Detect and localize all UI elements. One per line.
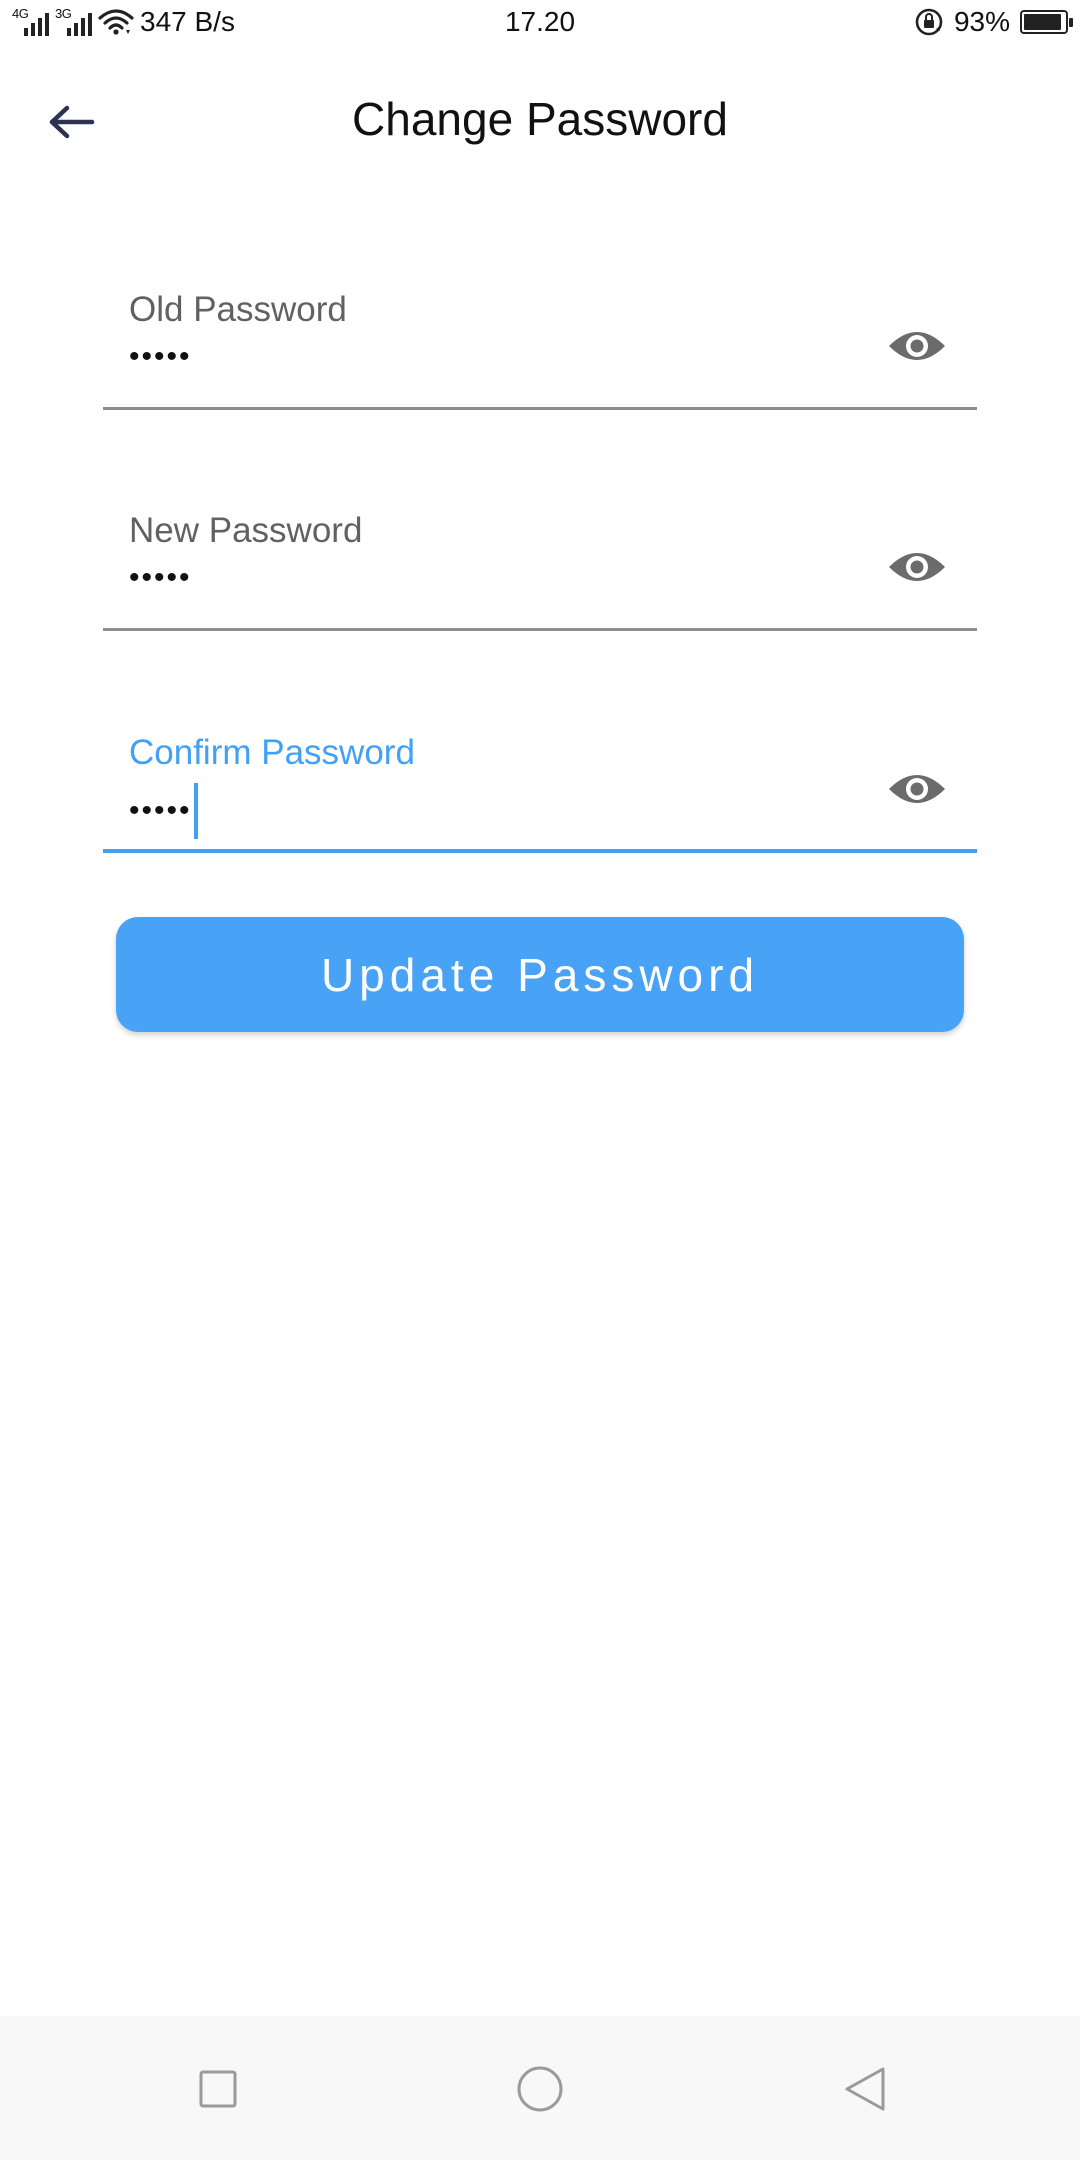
old-password-field[interactable]: Old Password ••••• <box>103 290 977 410</box>
old-password-visibility-toggle[interactable] <box>885 314 949 378</box>
new-password-input[interactable]: ••••• <box>129 561 192 595</box>
eye-icon <box>889 553 945 581</box>
old-password-input[interactable]: ••••• <box>129 340 192 374</box>
status-bar-right: 93% <box>914 6 1073 38</box>
new-password-value: ••••• <box>129 561 192 594</box>
new-password-label: New Password <box>129 511 363 550</box>
eye-icon <box>889 332 945 360</box>
old-password-underline <box>103 407 977 410</box>
home-button[interactable] <box>505 2054 575 2124</box>
rotation-lock-icon <box>915 8 943 36</box>
battery-icon <box>1020 10 1073 34</box>
confirm-password-underline <box>103 849 977 853</box>
new-password-underline <box>103 628 977 631</box>
square-icon <box>199 2070 237 2108</box>
page-title: Change Password <box>352 93 728 145</box>
new-password-field[interactable]: New Password ••••• <box>103 511 977 631</box>
status-bar: 4G 3G 347 B/s 17.20 93% <box>0 0 1080 48</box>
system-back-button[interactable] <box>830 2054 900 2124</box>
eye-icon <box>889 775 945 803</box>
text-cursor <box>193 783 198 839</box>
new-password-visibility-toggle[interactable] <box>885 535 949 599</box>
update-password-button[interactable]: Update Password <box>116 917 964 1032</box>
triangle-back-icon <box>845 2067 885 2111</box>
confirm-password-visibility-toggle[interactable] <box>885 757 949 821</box>
confirm-password-value: ••••• <box>129 794 192 827</box>
confirm-password-field[interactable]: Confirm Password ••••• <box>103 733 977 853</box>
app-bar: Change Password <box>0 70 1080 170</box>
old-password-label: Old Password <box>129 290 347 329</box>
battery-percent: 93% <box>953 6 1010 37</box>
confirm-password-input[interactable]: ••••• <box>129 783 198 839</box>
system-nav-bar <box>0 2016 1080 2160</box>
confirm-password-label: Confirm Password <box>129 733 415 772</box>
old-password-value: ••••• <box>129 340 192 373</box>
change-password-screen: 4G 3G 347 B/s 17.20 93% Change Password … <box>0 0 1080 2160</box>
recent-apps-button[interactable] <box>183 2054 253 2124</box>
circle-icon <box>517 2066 563 2112</box>
